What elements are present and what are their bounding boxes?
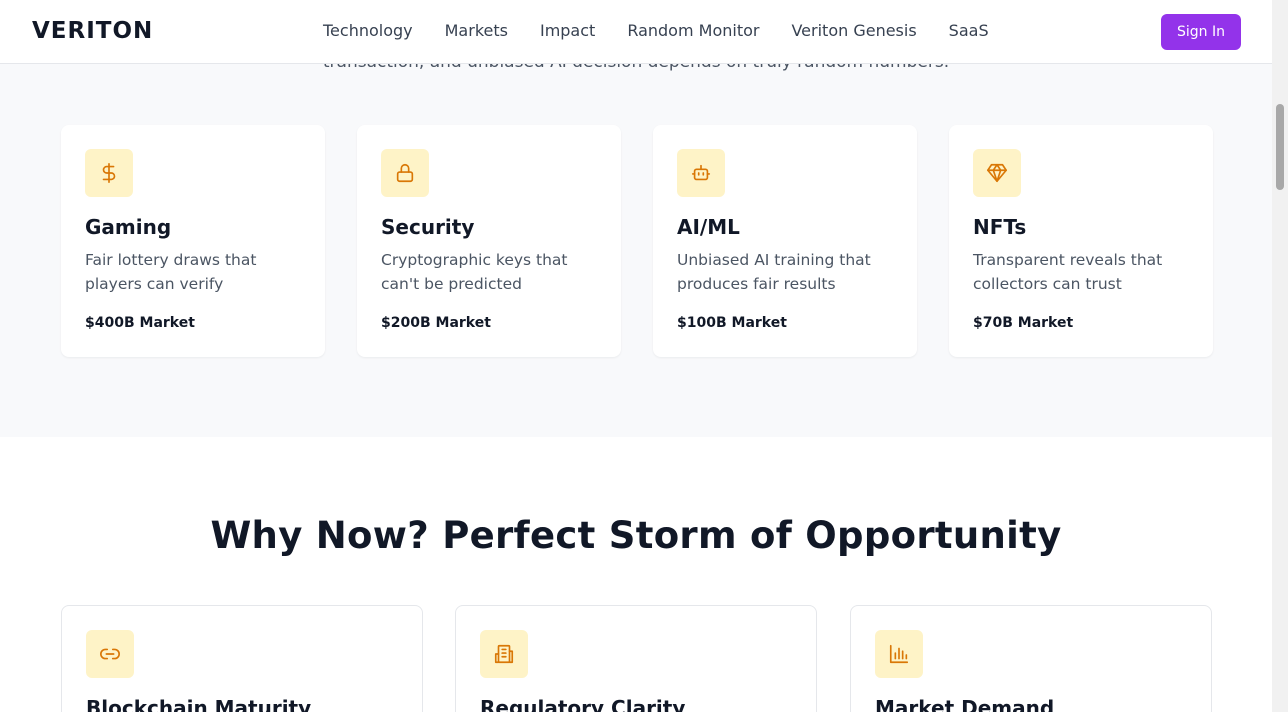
robot-icon bbox=[677, 149, 725, 197]
brand-logo[interactable]: VERITON bbox=[32, 16, 153, 46]
why-card-title: Market Demand bbox=[875, 696, 1055, 712]
market-description: Transparent reveals that collectors can … bbox=[973, 251, 1163, 293]
building-icon bbox=[480, 630, 528, 678]
vertical-scrollbar[interactable] bbox=[1272, 0, 1288, 712]
bar-chart-icon bbox=[875, 630, 923, 678]
market-title: Security bbox=[381, 215, 475, 239]
nav-link-random-monitor[interactable]: Random Monitor bbox=[627, 20, 759, 42]
nav-link-impact[interactable]: Impact bbox=[540, 20, 595, 42]
why-card-title: Blockchain Maturity bbox=[86, 696, 312, 712]
dollar-icon bbox=[85, 149, 133, 197]
sign-in-button[interactable]: Sign In bbox=[1161, 14, 1241, 50]
market-size: $70B Market bbox=[973, 315, 1074, 331]
market-size: $200B Market bbox=[381, 315, 491, 331]
market-card-nfts: NFTs Transparent reveals that collectors… bbox=[949, 125, 1213, 357]
nav-link-veriton-genesis[interactable]: Veriton Genesis bbox=[791, 20, 916, 42]
top-navbar: VERITON Technology Markets Impact Random… bbox=[0, 0, 1272, 64]
nav-link-saas[interactable]: SaaS bbox=[949, 20, 989, 42]
scrollbar-thumb[interactable] bbox=[1276, 104, 1284, 190]
gem-icon bbox=[973, 149, 1021, 197]
why-now-heading: Why Now? Perfect Storm of Opportunity bbox=[210, 514, 1062, 557]
market-description: Unbiased AI training that produces fair … bbox=[677, 251, 871, 293]
nav-link-technology[interactable]: Technology bbox=[323, 20, 413, 42]
market-title: AI/ML bbox=[677, 215, 740, 239]
page: transaction, and unbiased AI decision de… bbox=[0, 0, 1272, 712]
why-card-title: Regulatory Clarity bbox=[480, 696, 686, 712]
market-card-ai-ml: AI/ML Unbiased AI training that produces… bbox=[653, 125, 917, 357]
market-description: Fair lottery draws that players can veri… bbox=[85, 251, 257, 293]
market-card-gaming: Gaming Fair lottery draws that players c… bbox=[61, 125, 325, 357]
nav-link-markets[interactable]: Markets bbox=[445, 20, 508, 42]
link-icon bbox=[86, 630, 134, 678]
market-size: $400B Market bbox=[85, 315, 195, 331]
market-card-security: Security Cryptographic keys that can't b… bbox=[357, 125, 621, 357]
why-card-regulatory: Regulatory Clarity bbox=[455, 605, 817, 712]
why-card-blockchain: Blockchain Maturity bbox=[61, 605, 423, 712]
lock-icon bbox=[381, 149, 429, 197]
why-card-market-demand: Market Demand bbox=[850, 605, 1212, 712]
market-title: NFTs bbox=[973, 215, 1027, 239]
main-nav: Technology Markets Impact Random Monitor… bbox=[323, 20, 989, 42]
market-title: Gaming bbox=[85, 215, 172, 239]
market-description: Cryptographic keys that can't be predict… bbox=[381, 251, 568, 293]
market-size: $100B Market bbox=[677, 315, 787, 331]
